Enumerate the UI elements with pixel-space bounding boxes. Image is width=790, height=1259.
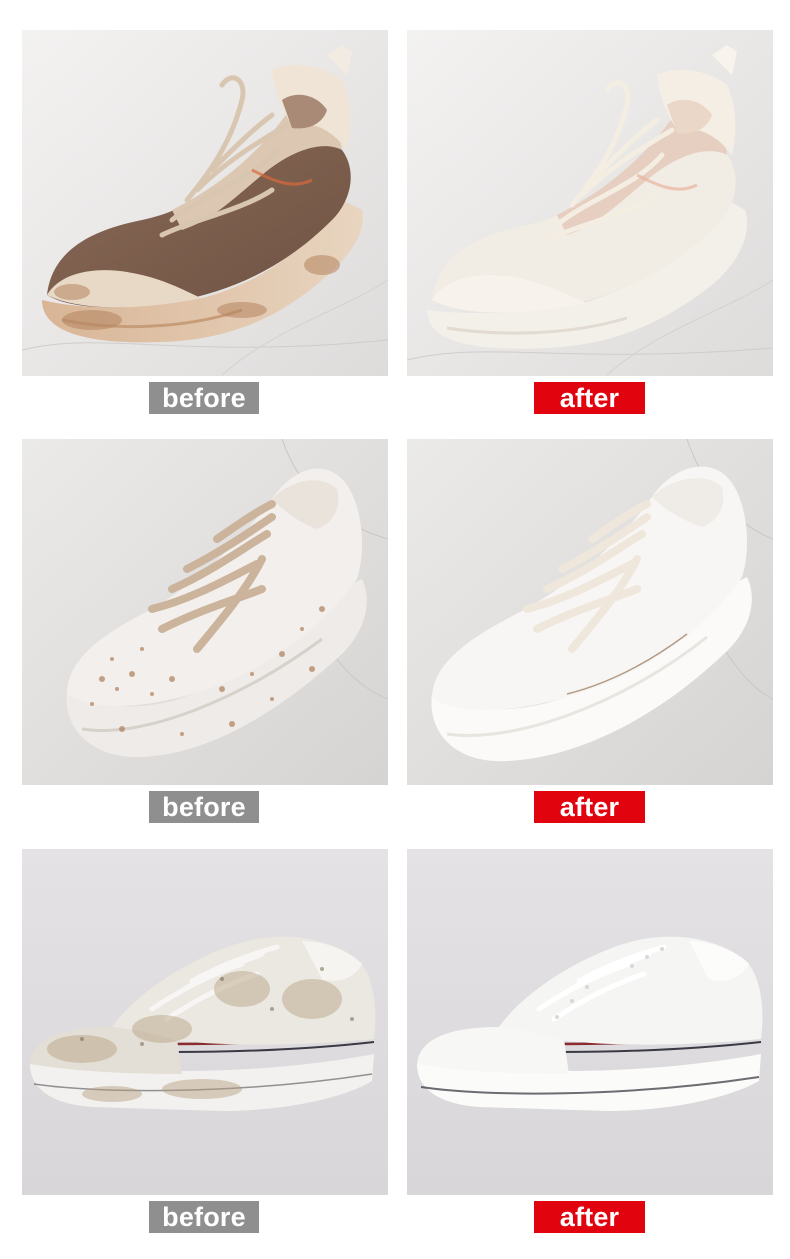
clean-white-leather-sneaker-image xyxy=(407,439,773,785)
before-label: before xyxy=(149,382,259,414)
before-photo-white-leather-sneaker xyxy=(22,439,388,785)
clean-chunky-sneaker-image xyxy=(407,30,773,376)
before-photo-chunky-sneaker xyxy=(22,30,388,376)
after-photo-canvas-low-top xyxy=(407,849,773,1195)
dirty-chunky-sneaker-image xyxy=(22,30,388,376)
after-photo-white-leather-sneaker xyxy=(407,439,773,785)
after-photo-chunky-sneaker xyxy=(407,30,773,376)
before-photo-canvas-low-top xyxy=(22,849,388,1195)
after-label: after xyxy=(534,1201,645,1233)
before-label: before xyxy=(149,1201,259,1233)
clean-canvas-low-top-image xyxy=(407,849,773,1195)
dirty-white-leather-sneaker-image xyxy=(22,439,388,785)
dirty-canvas-low-top-image xyxy=(22,849,388,1195)
after-label: after xyxy=(534,791,645,823)
after-label: after xyxy=(534,382,645,414)
before-label: before xyxy=(149,791,259,823)
